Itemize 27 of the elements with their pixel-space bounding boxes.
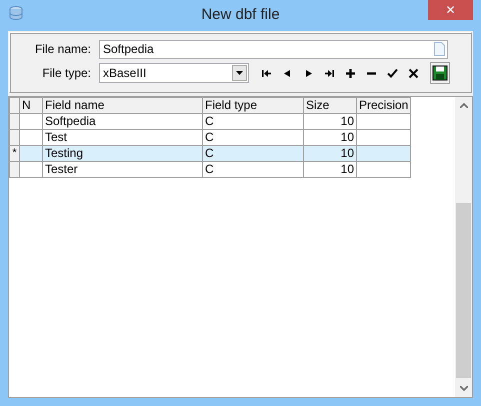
scroll-up-icon[interactable] (460, 103, 468, 108)
scroll-thumb[interactable] (456, 203, 471, 378)
field-label: File name: (34, 42, 91, 56)
table-cell: C (202, 114, 304, 130)
table-cell: 10 (304, 114, 356, 130)
close-button[interactable]: ✕ (428, 0, 473, 20)
table-cell: C (202, 162, 304, 178)
table-cell: 10 (304, 162, 356, 178)
file-type-dropdown[interactable]: xBaseIII (99, 63, 249, 83)
row-indicator[interactable]: * (10, 146, 20, 162)
column-header[interactable]: Size (304, 98, 356, 114)
scroll-down-icon[interactable] (460, 386, 468, 391)
window-title: New dbf file (201, 6, 280, 23)
vertical-scrollbar[interactable] (455, 97, 472, 397)
column-header[interactable]: Field type (202, 98, 304, 114)
database-icon (9, 5, 25, 21)
table-cell: Testing (42, 146, 202, 162)
save-button[interactable] (430, 62, 450, 84)
table-cell: Tester (42, 162, 202, 178)
field-label: File type: (41, 66, 91, 80)
table-cell: C (202, 146, 304, 162)
table-cell: 10 (304, 146, 356, 162)
table-cell: Softpedia (42, 114, 202, 130)
column-header[interactable]: Field name (42, 98, 202, 114)
column-header[interactable]: Precision (356, 98, 411, 114)
column-header[interactable]: N (20, 98, 42, 114)
file-name-field[interactable]: Softpedia (99, 40, 448, 58)
